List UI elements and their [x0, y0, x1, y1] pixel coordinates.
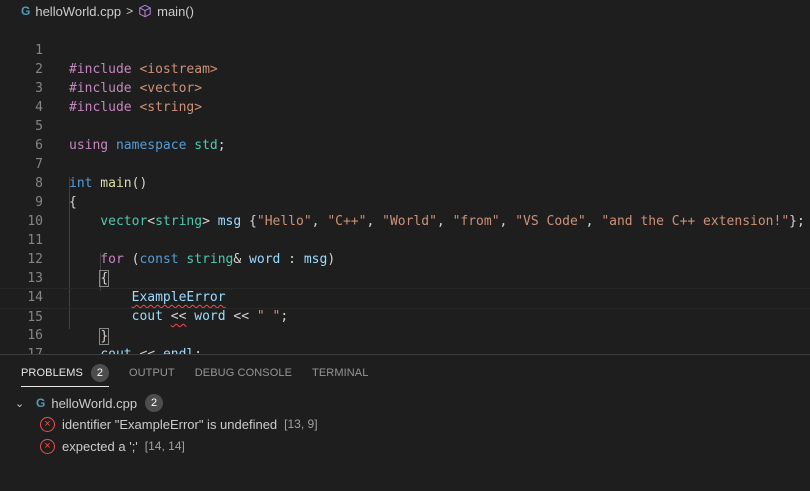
code-line: 7 int main() — [0, 136, 810, 191]
error-icon: × — [40, 416, 55, 432]
code-line: 10 — [0, 193, 810, 229]
breadcrumb-file-label: helloWorld.cpp — [35, 3, 122, 19]
code-line: 5 using namespace std; — [0, 98, 810, 153]
problem-message: expected a ';' — [62, 438, 138, 454]
code-line: 4 — [0, 79, 810, 115]
error-icon: × — [40, 438, 55, 454]
problem-message: identifier "ExampleError" is undefined — [62, 416, 278, 432]
code-line: 1 #include <iostream> — [0, 22, 810, 77]
chevron-down-icon[interactable]: ⌄ — [15, 397, 27, 410]
panel-tabs: PROBLEMS 2 OUTPUT DEBUG CONSOLE TERMINAL — [0, 355, 368, 391]
problems-file-row[interactable]: ⌄ G helloWorld.cpp 2 — [0, 392, 164, 414]
problem-location: [14, 14] — [144, 439, 185, 453]
code-line-current: 15 } — [0, 288, 810, 345]
problems-count-badge: 2 — [90, 364, 109, 382]
breadcrumb-file[interactable]: G helloWorld.cpp — [0, 4, 121, 19]
breadcrumb-symbol-label: main() — [157, 3, 194, 19]
cpp-file-icon: G — [21, 4, 31, 18]
method-cube-icon — [139, 4, 151, 18]
code-line: 12 { — [0, 231, 810, 287]
tab-debug-console[interactable]: DEBUG CONSOLE — [195, 355, 292, 391]
breadcrumb: G helloWorld.cpp > main() — [0, 0, 810, 22]
code-line: 8 { — [0, 155, 810, 210]
code-line: 14 cout << word << " "; — [0, 269, 810, 324]
code-line: 16 cout << endl; — [0, 307, 810, 362]
tab-problems[interactable]: PROBLEMS 2 — [21, 355, 109, 391]
tab-output[interactable]: OUTPUT — [129, 355, 175, 391]
problem-item[interactable]: × identifier "ExampleError" is undefined… — [0, 413, 318, 435]
file-problem-count-badge: 2 — [145, 394, 164, 412]
problem-item[interactable]: × expected a ';' [14, 14] — [0, 435, 185, 457]
code-line: 6 — [0, 117, 810, 153]
bottom-panel: PROBLEMS 2 OUTPUT DEBUG CONSOLE TERMINAL… — [0, 354, 810, 491]
code-line: 17 } — [0, 326, 810, 381]
chevron-right-icon: > — [126, 4, 134, 18]
cpp-file-icon: G — [36, 396, 46, 410]
code-line: 13 ExampleError — [0, 250, 810, 305]
code-line: 11 for (const string& word : msg) — [0, 212, 810, 267]
code-line: 2 #include <vector> — [0, 41, 810, 96]
breadcrumb-symbol[interactable]: main() — [138, 4, 194, 19]
tab-terminal[interactable]: TERMINAL — [312, 355, 368, 391]
code-editor[interactable]: 1 #include <iostream> 2 #include <vector… — [0, 22, 810, 381]
code-line: 3 #include <string> — [0, 60, 810, 115]
problem-location: [13, 9] — [284, 417, 318, 431]
code-line: 9 vector<string> msg {"Hello", "C++", "W… — [0, 174, 810, 229]
problems-file-name: helloWorld.cpp — [51, 395, 138, 411]
